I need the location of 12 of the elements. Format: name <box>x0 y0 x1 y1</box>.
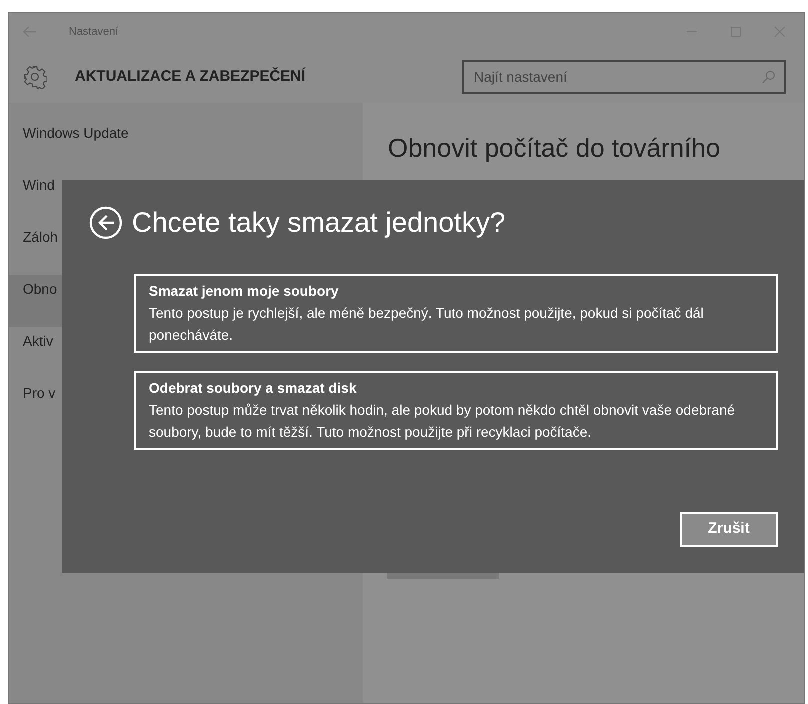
option-button[interactable]: Odebrat soubory a smazat disk Tento postup může trvat několik hodin, ale pokud by potom někdo chtěl obnovit vaše odebrané soubory, bude to mít těžší. Tuto možnost použijte při recyklaci počítače. <box>134 371 778 450</box>
page-heading: Obnovit počítač do továrního <box>388 133 722 164</box>
option-button[interactable]: Smazat jenom moje soubory Tento postup je rychlejší, ale méně bezpečný. Tuto možnost použijte, pokud si počítač dál ponecháváte. <box>134 274 778 353</box>
gear-icon <box>23 65 47 89</box>
section-title: AKTUALIZACE A ZABEZPEČENÍ <box>75 66 306 87</box>
back-circle-icon[interactable] <box>89 206 123 240</box>
search-field[interactable]: Najít nastavení <box>462 60 786 94</box>
sidebar-item[interactable]: Windows Update <box>9 119 363 171</box>
cancel-button[interactable]: Zrušit <box>680 512 778 547</box>
search-icon <box>762 70 776 84</box>
dialog-title: Chcete taky smazat jednotky? <box>132 206 506 240</box>
window-title: Nastavení <box>69 24 119 40</box>
